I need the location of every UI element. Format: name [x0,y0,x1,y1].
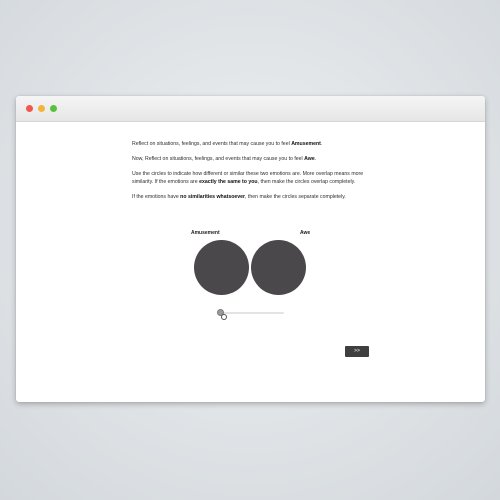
mouse-cursor-icon [221,314,227,320]
text: . [314,156,317,163]
instruction-paragraph-1: Reflect on situations, feelings, and eve… [132,141,378,149]
instructions: Reflect on situations, feelings, and eve… [132,141,378,209]
emotion-amusement-bold: Amusement [291,141,321,147]
emotion-awe-bold: Awe [304,156,315,163]
text: If the emotions have [132,193,181,200]
window-titlebar [16,96,485,122]
text: , then make the circles separate complet… [245,193,346,200]
instruction-paragraph-4: If the emotions have no similarities wha… [132,194,378,202]
minimize-window-button[interactable] [38,105,45,112]
amusement-circle [194,240,249,295]
left-circle-label: Amusement [191,230,220,236]
right-circle-label: Awe [300,230,311,236]
next-button[interactable]: >> [345,346,369,357]
instruction-paragraph-3: Use the circles to indicate how differen… [132,171,378,186]
browser-window: Reflect on situations, feelings, and eve… [16,96,485,402]
text: , then make the circles overlap complete… [257,178,356,185]
emphasis-bold: exactly the same to you [199,178,258,185]
instruction-paragraph-2: Now, Reflect on situations, feelings, an… [132,156,378,164]
text: Reflect on situations, feelings, and eve… [132,141,292,147]
close-window-button[interactable] [26,105,33,112]
text: . [320,141,323,147]
overlap-slider-track[interactable] [220,312,284,314]
text: Now, Reflect on situations, feelings, an… [132,156,305,163]
emphasis-bold: no similarities whatsoever [180,193,246,200]
awe-circle [251,240,306,295]
maximize-window-button[interactable] [50,105,57,112]
